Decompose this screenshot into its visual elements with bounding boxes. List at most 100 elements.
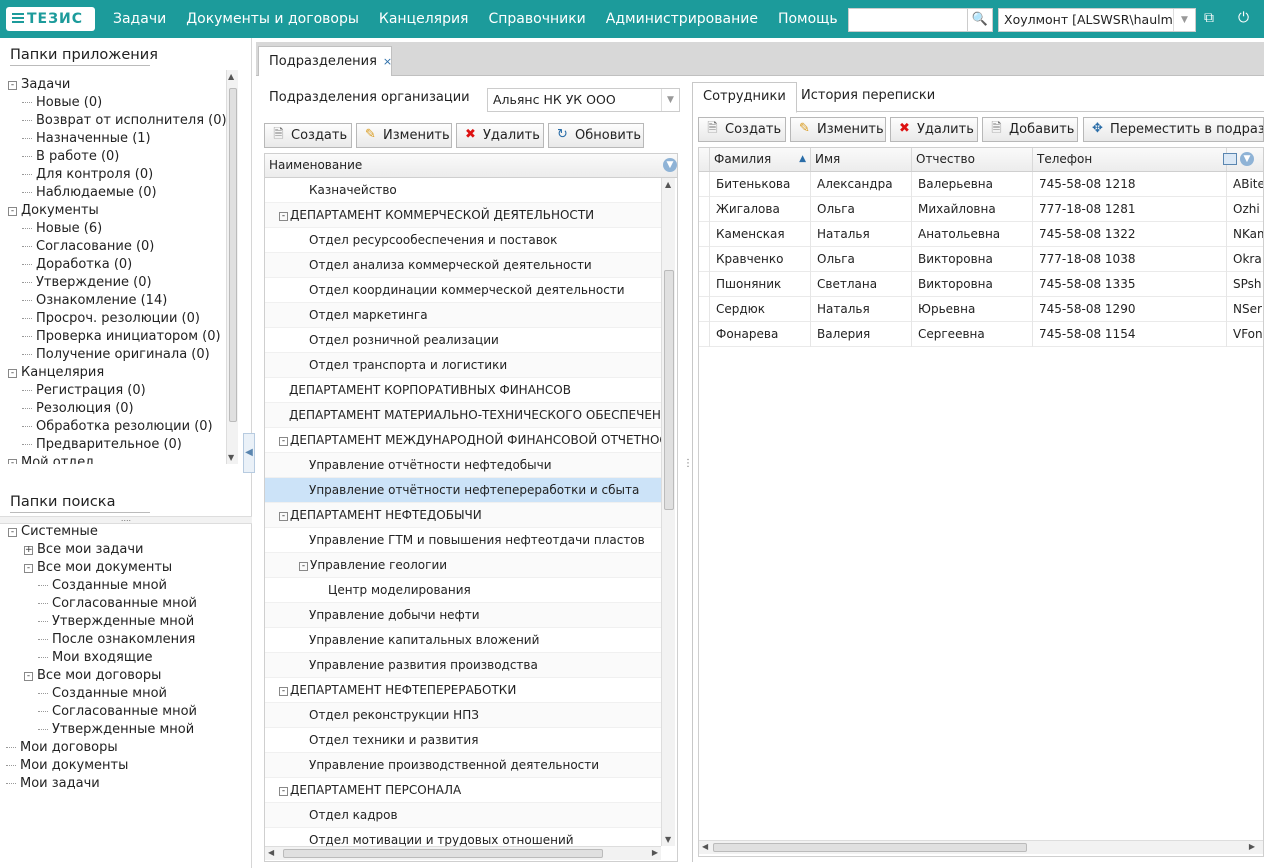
department-row[interactable]: - ДЕПАРТАМЕНТ МЕЖДУНАРОДНОЙ ФИНАНСОВОЙ ОТ… xyxy=(265,428,661,453)
create-button[interactable]: 🗎 Создать xyxy=(264,123,352,148)
folder-item[interactable]: Созданные мной xyxy=(8,577,244,595)
power-icon[interactable]: ⏻ xyxy=(1238,10,1249,26)
folder-item[interactable]: Обработка резолюции (0) xyxy=(8,418,228,436)
folder-item[interactable]: - Задачи xyxy=(8,76,228,94)
department-row[interactable]: Отдел розничной реализации xyxy=(265,328,661,353)
tab-departments[interactable]: Подразделения × xyxy=(258,46,392,77)
folder-item[interactable]: Возврат от исполнителя (0) xyxy=(8,112,228,130)
folder-item[interactable]: Согласованные мной xyxy=(8,595,244,613)
tab-correspondence-history[interactable]: История переписки xyxy=(791,82,945,112)
folder-item[interactable]: - Документы xyxy=(8,202,228,220)
employee-row[interactable]: Пшоняник Светлана Викторовна 745-58-08 1335… xyxy=(699,272,1263,297)
app-logo[interactable]: ТЕЗИС xyxy=(6,7,95,31)
expand-icon[interactable]: + xyxy=(24,546,33,555)
new-window-icon[interactable]: ⧉ xyxy=(1204,10,1214,26)
department-row[interactable]: Отдел координации коммерческой деятельно… xyxy=(265,278,661,303)
folder-item[interactable]: Утвержденные мной xyxy=(8,613,244,631)
department-row[interactable]: Отдел маркетинга xyxy=(265,303,661,328)
collapse-icon[interactable]: - xyxy=(279,512,288,521)
folder-item[interactable]: - Мой отдел xyxy=(8,454,228,464)
department-row[interactable]: Управление добычи нефти xyxy=(265,603,661,628)
column-middle-name[interactable]: Отчество xyxy=(912,148,1033,171)
collapse-icon[interactable]: - xyxy=(8,459,17,464)
add-employee-button[interactable]: 🗎 Добавить xyxy=(982,117,1078,142)
scroll-up-icon[interactable]: ▲ xyxy=(228,72,234,81)
folder-item[interactable]: Получение оригинала (0) xyxy=(8,346,228,364)
edit-button[interactable]: ✎ Изменить xyxy=(356,123,452,148)
employee-row[interactable]: Битенькова Александра Валерьевна 745-58-08 … xyxy=(699,172,1263,197)
delete-employee-button[interactable]: ✖ Удалить xyxy=(890,117,978,142)
department-row[interactable]: ДЕПАРТАМЕНТ МАТЕРИАЛЬНО-ТЕХНИЧЕСКОГО ОБЕ… xyxy=(265,403,661,428)
scroll-thumb[interactable] xyxy=(283,849,603,858)
department-row[interactable]: Управление развития производства xyxy=(265,653,661,678)
scroll-down-icon[interactable]: ▼ xyxy=(665,835,671,844)
employee-row[interactable]: Каменская Наталья Анатольевна 745-58-08 132… xyxy=(699,222,1263,247)
folder-item[interactable]: Для контроля (0) xyxy=(8,166,228,184)
folder-item[interactable]: Проверка инициатором (0) xyxy=(8,328,228,346)
employees-grid-hscroll[interactable]: ◀ ▶ xyxy=(699,840,1263,854)
collapse-icon[interactable]: - xyxy=(279,212,288,221)
department-row[interactable]: Отдел кадров xyxy=(265,803,661,828)
folder-item[interactable]: Созданные мной xyxy=(8,685,244,703)
menu-item-3[interactable]: Справочники xyxy=(478,0,595,38)
user-select[interactable]: Хоулмонт [ALSWSR\haulmont ▼ xyxy=(998,8,1196,32)
folder-item[interactable]: Просроч. резолюции (0) xyxy=(8,310,228,328)
collapse-icon[interactable]: - xyxy=(299,562,308,571)
menu-item-4[interactable]: Администрирование xyxy=(596,0,768,38)
folder-item[interactable]: Согласованные мной xyxy=(8,703,244,721)
column-chooser-icon[interactable] xyxy=(1223,153,1237,165)
folder-item[interactable]: Согласование (0) xyxy=(8,238,228,256)
department-row[interactable]: - ДЕПАРТАМЕНТ КОММЕРЧЕСКОЙ ДЕЯТЕЛЬНОСТИ xyxy=(265,203,661,228)
department-row[interactable]: - Управление геологии xyxy=(265,553,661,578)
panels-splitter[interactable]: ⋮ xyxy=(681,78,693,868)
folder-item[interactable]: Новые (0) xyxy=(8,94,228,112)
employee-row[interactable]: Кравченко Ольга Викторовна 777-18-08 1038 Ok… xyxy=(699,247,1263,272)
folder-item[interactable]: Новые (6) xyxy=(8,220,228,238)
delete-button[interactable]: ✖ Удалить xyxy=(456,123,544,148)
folder-item[interactable]: Мои документы xyxy=(6,757,244,775)
department-row[interactable]: Отдел анализа коммерческой деятельности xyxy=(265,253,661,278)
department-row[interactable]: Отдел мотивации и трудовых отношений xyxy=(265,828,661,846)
department-row[interactable]: Управление отчётности нефтепереработки и… xyxy=(265,478,661,503)
column-settings-icon[interactable]: ▼ xyxy=(663,158,677,172)
collapse-icon[interactable]: - xyxy=(24,672,33,681)
scroll-thumb[interactable] xyxy=(664,270,674,510)
folder-item[interactable]: Назначенные (1) xyxy=(8,130,228,148)
close-icon[interactable]: × xyxy=(383,55,392,68)
department-row[interactable]: Отдел реконструкции НПЗ xyxy=(265,703,661,728)
department-row[interactable]: Отдел транспорта и логистики xyxy=(265,353,661,378)
department-row[interactable]: - ДЕПАРТАМЕНТ НЕФТЕДОБЫЧИ xyxy=(265,503,661,528)
collapse-icon[interactable]: - xyxy=(8,528,17,537)
department-row[interactable]: Казначейство xyxy=(265,178,661,203)
column-name[interactable]: Наименование xyxy=(265,154,677,177)
employee-row[interactable]: Фонарева Валерия Сергеевна 745-58-08 1154 VF… xyxy=(699,322,1263,347)
folder-item[interactable]: В работе (0) xyxy=(8,148,228,166)
folder-item[interactable]: Мои задачи xyxy=(6,775,244,793)
collapse-icon[interactable]: - xyxy=(279,437,288,446)
collapse-icon[interactable]: - xyxy=(279,787,288,796)
department-row[interactable]: Отдел ресурсообеспечения и поставок xyxy=(265,228,661,253)
collapse-icon[interactable]: - xyxy=(24,564,33,573)
scroll-right-icon[interactable]: ▶ xyxy=(1249,842,1255,851)
grid-settings-icon[interactable]: ▼ xyxy=(1240,152,1254,166)
folder-item[interactable]: Доработка (0) xyxy=(8,256,228,274)
scroll-left-icon[interactable]: ◀ xyxy=(702,842,708,851)
menu-item-5[interactable]: Помощь xyxy=(768,0,848,38)
department-row[interactable]: Управление ГТМ и повышения нефтеотдачи п… xyxy=(265,528,661,553)
folder-item[interactable]: Мои договоры xyxy=(6,739,244,757)
scroll-down-icon[interactable]: ▼ xyxy=(228,453,234,462)
folder-item[interactable]: Наблюдаемые (0) xyxy=(8,184,228,202)
employee-row[interactable]: Жигалова Ольга Михайловна 777-18-08 1281 Ozh… xyxy=(699,197,1263,222)
folder-item[interactable]: - Системные xyxy=(8,523,244,541)
folder-item[interactable]: После ознакомления xyxy=(8,631,244,649)
scroll-left-icon[interactable]: ◀ xyxy=(268,848,274,857)
employee-row[interactable]: Сердюк Наталья Юрьевна 745-58-08 1290 NSer xyxy=(699,297,1263,322)
department-row[interactable]: - ДЕПАРТАМЕНТ НЕФТЕПЕРЕРАБОТКИ xyxy=(265,678,661,703)
tree-grid-vscroll[interactable]: ▲ ▼ xyxy=(661,178,675,846)
folder-item[interactable]: Ознакомление (14) xyxy=(8,292,228,310)
folder-item[interactable]: - Канцелярия xyxy=(8,364,228,382)
folder-item[interactable]: - Все мои документы xyxy=(8,559,244,577)
folder-item[interactable]: Утверждение (0) xyxy=(8,274,228,292)
scroll-right-icon[interactable]: ▶ xyxy=(652,848,658,857)
department-row[interactable]: Отдел техники и развития xyxy=(265,728,661,753)
